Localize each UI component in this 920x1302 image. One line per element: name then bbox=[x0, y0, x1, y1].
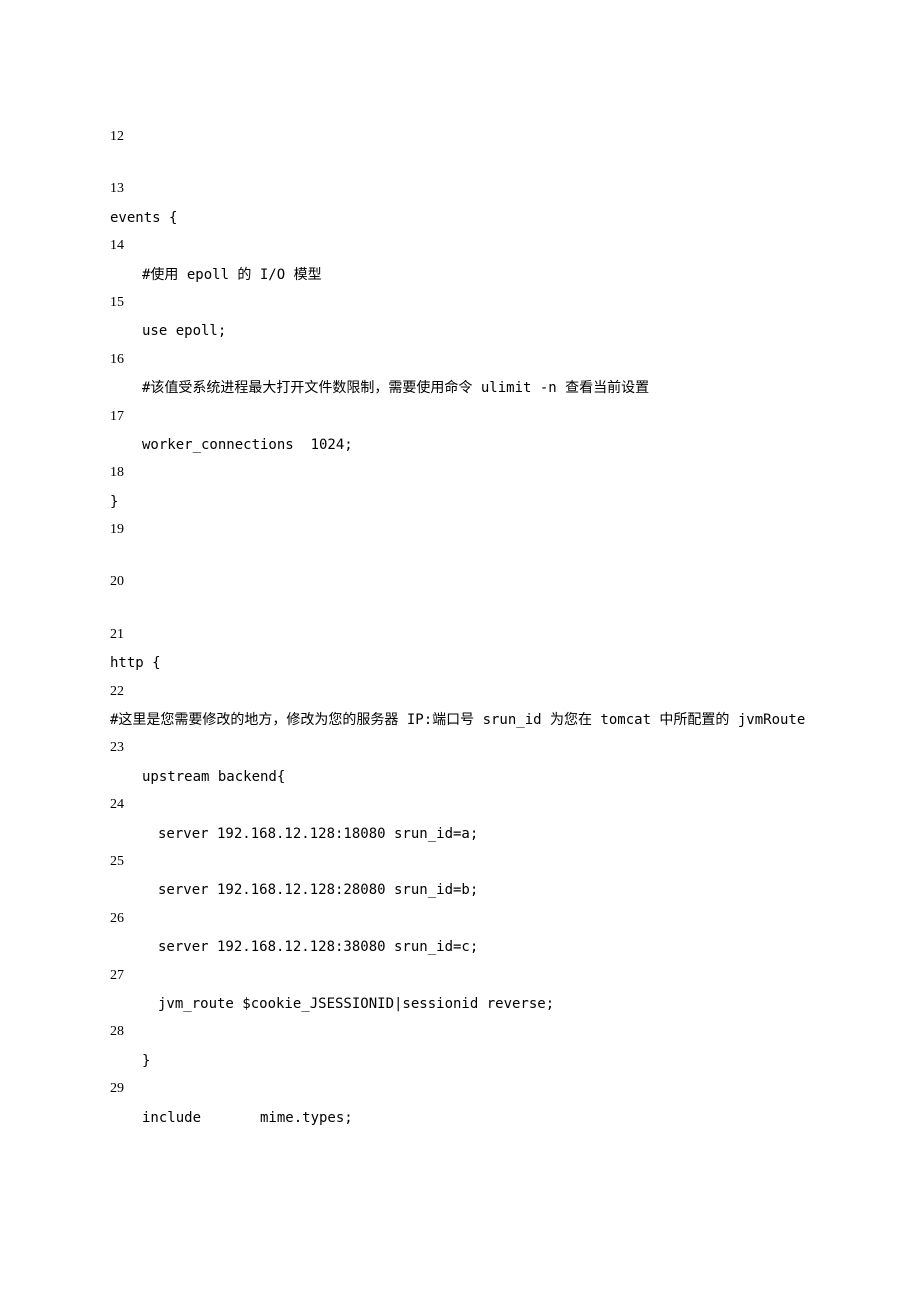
line-number: 27 bbox=[110, 965, 810, 987]
code-line: use epoll; bbox=[110, 320, 810, 342]
line-number: 24 bbox=[110, 794, 810, 816]
line-number: 19 bbox=[110, 519, 810, 541]
code-line: #该值受系统进程最大打开文件数限制，需要使用命令 ulimit -n 查看当前设… bbox=[110, 377, 810, 399]
code-line: } bbox=[110, 491, 810, 513]
line-number: 17 bbox=[110, 406, 810, 428]
line-number: 16 bbox=[110, 349, 810, 371]
code-line: worker_connections 1024; bbox=[110, 434, 810, 456]
code-line: http { bbox=[110, 652, 810, 674]
code-line: #使用 epoll 的 I/O 模型 bbox=[110, 264, 810, 286]
line-number: 21 bbox=[110, 624, 810, 646]
code-line: server 192.168.12.128:18080 srun_id=a; bbox=[110, 823, 810, 845]
line-number: 18 bbox=[110, 462, 810, 484]
line-number: 29 bbox=[110, 1078, 810, 1100]
line-number: 20 bbox=[110, 571, 810, 593]
code-line: #这里是您需要修改的地方，修改为您的服务器 IP:端口号 srun_id 为您在… bbox=[110, 709, 810, 731]
line-number: 14 bbox=[110, 235, 810, 257]
blank-line bbox=[110, 154, 810, 172]
line-number: 12 bbox=[110, 126, 810, 148]
code-line: jvm_route $cookie_JSESSIONID|sessionid r… bbox=[110, 993, 810, 1015]
line-number: 15 bbox=[110, 292, 810, 314]
code-line: include mime.types; bbox=[110, 1107, 810, 1129]
code-line: } bbox=[110, 1050, 810, 1072]
code-line: events { bbox=[110, 207, 810, 229]
line-number: 13 bbox=[110, 178, 810, 200]
line-number: 25 bbox=[110, 851, 810, 873]
blank-line bbox=[110, 600, 810, 618]
code-line: upstream backend{ bbox=[110, 766, 810, 788]
code-line: server 192.168.12.128:28080 srun_id=b; bbox=[110, 879, 810, 901]
blank-line bbox=[110, 547, 810, 565]
line-number: 28 bbox=[110, 1021, 810, 1043]
line-number: 26 bbox=[110, 908, 810, 930]
line-number: 23 bbox=[110, 737, 810, 759]
line-number: 22 bbox=[110, 681, 810, 703]
code-line: server 192.168.12.128:38080 srun_id=c; bbox=[110, 936, 810, 958]
